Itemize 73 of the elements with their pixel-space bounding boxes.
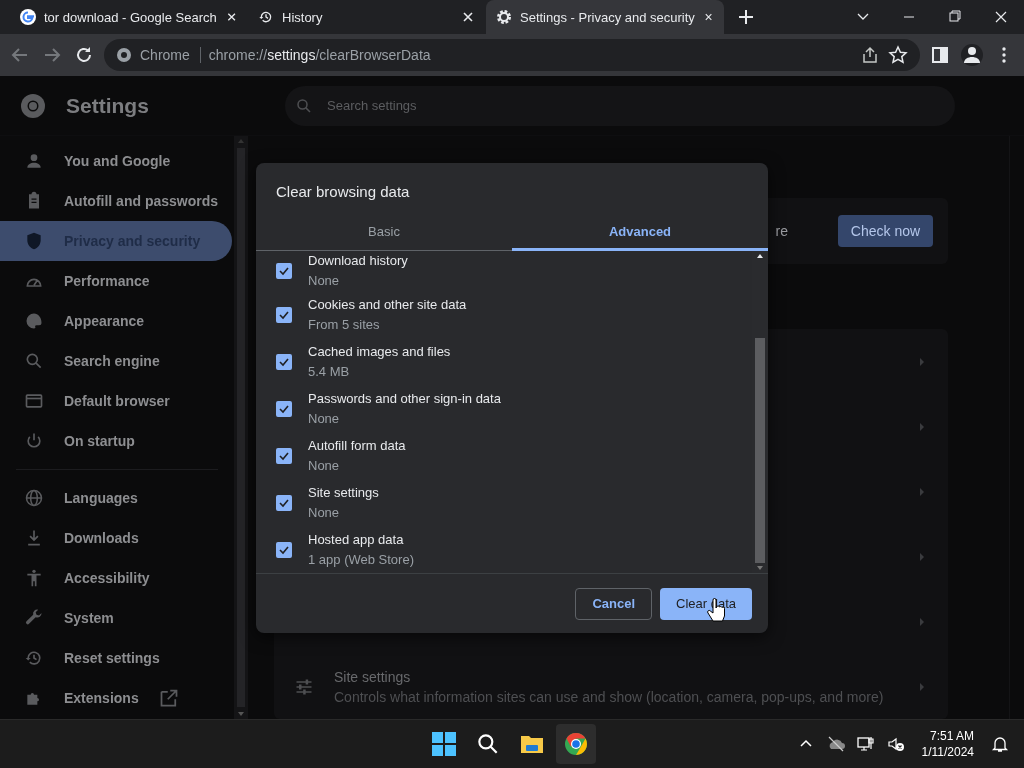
item-detail: None xyxy=(308,503,341,522)
dialog-tab[interactable]: Basic xyxy=(256,215,512,251)
item-label: Cached images and files xyxy=(308,342,451,361)
cancel-button[interactable]: Cancel xyxy=(575,587,652,620)
item-label: Download history xyxy=(308,252,408,270)
address-bar[interactable]: Chrome chrome://settings/clearBrowserData xyxy=(104,39,920,71)
item-detail: 1 app (Web Store) xyxy=(308,550,414,569)
sidebar-item[interactable]: Autofill and passwords xyxy=(0,181,232,221)
site-chip: Chrome xyxy=(140,47,201,63)
clock-history-icon xyxy=(258,9,274,25)
chrome-logo-icon xyxy=(20,92,46,119)
chrome-logo-icon[interactable] xyxy=(556,724,596,764)
sidebar-item[interactable]: System xyxy=(0,598,232,638)
checkbox[interactable] xyxy=(276,541,292,558)
network-icon[interactable] xyxy=(855,734,876,754)
dialog-title: Clear browsing data xyxy=(275,182,411,202)
url-text: chrome://settings/clearBrowserData xyxy=(208,47,432,63)
item-label: Cookies and other site data xyxy=(308,295,467,314)
check-now-button[interactable]: Check now xyxy=(838,215,933,247)
sidebar-item[interactable]: Extensions xyxy=(0,678,232,718)
bell-icon[interactable] xyxy=(990,734,1010,754)
shield-icon xyxy=(24,231,44,251)
browser-tab[interactable]: History xyxy=(248,0,486,34)
checkbox[interactable] xyxy=(276,447,292,464)
scrollbar[interactable] xyxy=(234,136,248,719)
globe-icon xyxy=(24,488,44,508)
browser-tab[interactable]: tor download - Google Search xyxy=(10,0,248,34)
history-icon xyxy=(24,648,44,668)
settings-title: Settings xyxy=(66,93,149,118)
search-icon xyxy=(295,96,313,115)
sidebar-item[interactable]: Languages xyxy=(0,478,232,518)
search-icon xyxy=(24,351,44,371)
sidebar-item[interactable]: You and Google xyxy=(0,141,232,181)
item-detail: None xyxy=(308,272,341,290)
checkbox[interactable] xyxy=(276,494,292,511)
row-title: Site settings xyxy=(334,668,412,685)
item-detail: From 5 sites xyxy=(308,315,381,334)
sidebar-item[interactable]: Downloads xyxy=(0,518,232,558)
scrollbar[interactable] xyxy=(752,251,768,573)
checkbox[interactable] xyxy=(276,306,292,323)
checkbox[interactable] xyxy=(276,353,292,370)
sidebar-item[interactable]: Search engine xyxy=(0,341,232,381)
dialog-tab[interactable]: Advanced xyxy=(512,215,768,251)
safety-check-text: re xyxy=(775,223,788,239)
share-icon[interactable] xyxy=(860,45,880,65)
checkbox[interactable] xyxy=(276,263,292,279)
profile-icon[interactable] xyxy=(960,43,984,67)
row-description: Controls what information sites can use and show (location, camera, pop-ups, and more) xyxy=(334,688,885,705)
sidebar-item[interactable]: Default browser xyxy=(0,381,232,421)
search-field[interactable]: Search settings xyxy=(285,85,955,126)
item-detail: None xyxy=(308,409,341,428)
person-icon xyxy=(24,151,44,171)
item-detail: 5.4 MB xyxy=(308,362,351,381)
item-label: Autofill form data xyxy=(308,436,406,455)
sidebar-item[interactable]: Performance xyxy=(0,261,232,301)
clock[interactable]: 7:51 AM 1/11/2024 xyxy=(921,728,974,760)
browser-icon xyxy=(24,391,44,411)
settings-icon xyxy=(496,9,512,25)
item-label: Passwords and other sign-in data xyxy=(308,389,501,408)
sidebar-item[interactable]: On startup xyxy=(0,421,232,461)
accessibility-icon xyxy=(24,568,44,588)
item-label: Hosted app data xyxy=(308,530,405,549)
sidebar-item[interactable]: Reset settings xyxy=(0,638,232,678)
chrome-logo-icon xyxy=(116,47,132,63)
checkbox[interactable] xyxy=(276,400,292,417)
external-link-icon xyxy=(158,688,179,708)
google-logo-icon xyxy=(20,9,36,25)
sidebar-item[interactable]: Appearance xyxy=(0,301,232,341)
item-detail: None xyxy=(308,456,341,475)
browser-tab[interactable]: Settings - Privacy and security xyxy=(486,0,724,34)
sidebar-item[interactable]: Accessibility xyxy=(0,558,232,598)
star-icon[interactable] xyxy=(888,45,908,65)
item-label: Site settings xyxy=(308,483,379,502)
